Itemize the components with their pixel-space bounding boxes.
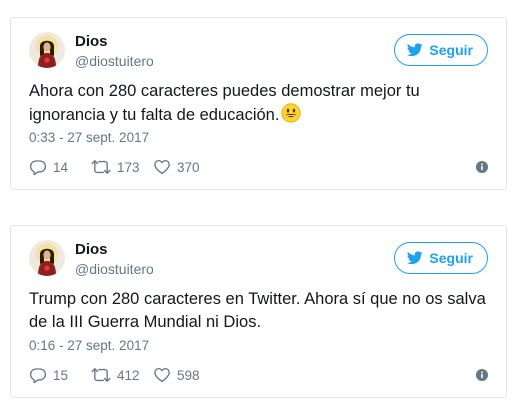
follow-label: Seguir [429,42,473,58]
tweet-actions: 15 412 598 [29,366,488,388]
info-icon[interactable] [476,161,488,173]
retweet-count: 173 [117,159,140,175]
like-icon [153,158,171,176]
reply-icon [29,158,47,176]
twitter-bird-icon [407,43,424,57]
tweet-timestamp[interactable]: 0:33 - 27 sept. 2017 [29,129,149,147]
retweet-count: 412 [117,367,140,383]
user-handle[interactable]: @diostuitero [75,260,154,278]
like-button[interactable]: 598 [153,366,200,384]
like-count: 598 [177,367,200,383]
like-icon [153,366,171,384]
like-count: 370 [177,159,200,175]
tweet-text: Trump con 280 caracteres en Twitter. Aho… [29,288,492,334]
like-button[interactable]: 370 [153,158,200,176]
info-icon[interactable] [476,369,488,381]
tweet-timestamp[interactable]: 0:16 - 27 sept. 2017 [29,337,149,355]
tweet-header: Dios @diostuitero Seguir [29,32,488,72]
author-names: Dios @diostuitero [75,240,154,278]
author-names: Dios @diostuitero [75,32,154,70]
tweet-card: Dios @diostuitero Seguir Ahora con 280 c… [10,17,507,190]
retweet-button[interactable]: 412 [91,366,140,384]
retweet-icon [91,366,111,384]
avatar[interactable] [29,32,65,68]
reply-button[interactable]: 15 [29,366,68,384]
follow-button[interactable]: Seguir [394,34,488,66]
tweet-actions: 14 173 370 [29,158,488,180]
tweet-header: Dios @diostuitero Seguir [29,240,488,280]
reply-count: 14 [53,159,69,175]
smiling-face-emoji-icon [281,103,302,130]
twitter-bird-icon [407,251,424,265]
follow-label: Seguir [429,250,473,266]
reply-button[interactable]: 14 [29,158,68,176]
retweet-button[interactable]: 173 [91,158,140,176]
retweet-icon [91,158,111,176]
tweet-card: Dios @diostuitero Seguir Trump con 280 c… [10,225,507,398]
tweet-text: Ahora con 280 caracteres puedes demostra… [29,80,492,130]
tweet-body: Ahora con 280 caracteres puedes demostra… [29,82,420,124]
user-handle[interactable]: @diostuitero [75,52,154,70]
tweet-body: Trump con 280 caracteres en Twitter. Aho… [29,290,486,331]
avatar[interactable] [29,240,65,276]
reply-count: 15 [53,367,69,383]
reply-icon [29,366,47,384]
display-name[interactable]: Dios [75,32,154,52]
display-name[interactable]: Dios [75,240,154,260]
follow-button[interactable]: Seguir [394,242,488,274]
